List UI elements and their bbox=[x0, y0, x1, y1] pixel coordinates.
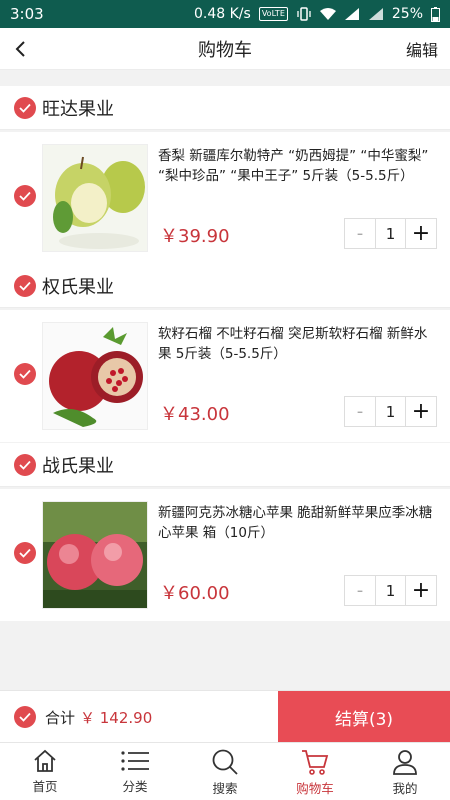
tab-label: 首页 bbox=[32, 779, 58, 794]
status-bar: 3:03 0.48 K/s VoLTE 25% bbox=[0, 0, 450, 28]
increase-button[interactable]: + bbox=[406, 219, 436, 248]
product-image-pear[interactable] bbox=[42, 144, 148, 252]
cart-item: 软籽石榴 不吐籽石榴 突尼斯软籽石榴 新鲜水果 5斤装（5-5.5斤） ￥43.… bbox=[0, 310, 450, 442]
tab-label: 搜索 bbox=[212, 781, 238, 796]
item-checkbox[interactable] bbox=[14, 185, 36, 207]
tab-label: 我的 bbox=[392, 781, 418, 796]
item-checkbox[interactable] bbox=[14, 363, 36, 385]
increase-button[interactable]: + bbox=[406, 576, 436, 605]
checkout-button[interactable]: 结算(3) bbox=[278, 691, 450, 743]
signal-icon bbox=[344, 8, 359, 20]
list-icon bbox=[121, 751, 149, 771]
decrease-button[interactable]: - bbox=[345, 576, 375, 605]
cart-icon bbox=[302, 750, 329, 775]
apple-image bbox=[43, 502, 147, 608]
shop-checkbox[interactable] bbox=[14, 274, 36, 297]
quantity-stepper: - 1 + bbox=[344, 575, 437, 606]
wifi-icon bbox=[319, 8, 336, 20]
product-image-pomegranate[interactable] bbox=[42, 322, 148, 430]
shop-header: 战氏果业 bbox=[0, 443, 450, 487]
search-icon bbox=[212, 749, 238, 775]
check-icon bbox=[19, 281, 31, 291]
product-price: ￥60.00 bbox=[160, 583, 230, 604]
cart-item: 新疆阿克苏冰糖心苹果 脆甜新鲜苹果应季冰糖心苹果 箱（10斤） ￥60.00 -… bbox=[0, 489, 450, 621]
shop-checkbox[interactable] bbox=[14, 453, 36, 476]
volte-badge: VoLTE bbox=[258, 7, 288, 21]
check-icon bbox=[19, 548, 31, 558]
check-icon bbox=[19, 712, 31, 722]
user-icon bbox=[393, 750, 417, 775]
pear-image bbox=[43, 145, 147, 251]
signal-2-icon bbox=[368, 8, 383, 20]
back-button[interactable] bbox=[0, 28, 40, 70]
tab-mine[interactable]: 我的 bbox=[360, 743, 450, 800]
shop-name[interactable]: 战氏果业 bbox=[42, 452, 114, 478]
quantity-value[interactable]: 1 bbox=[375, 397, 406, 426]
total-label: 合计 bbox=[45, 709, 76, 727]
quantity-value[interactable]: 1 bbox=[375, 576, 406, 605]
quantity-stepper: - 1 + bbox=[344, 218, 437, 249]
pomegranate-image bbox=[43, 323, 147, 429]
total-value: ￥ 142.90 bbox=[80, 709, 153, 727]
chevron-left-icon bbox=[15, 40, 25, 57]
top-navbar: 购物车 编辑 bbox=[0, 28, 450, 70]
network-speed: 0.48 K/s bbox=[194, 6, 251, 22]
check-icon bbox=[19, 460, 31, 470]
item-checkbox[interactable] bbox=[14, 542, 36, 564]
shop-header: 旺达果业 bbox=[0, 86, 450, 130]
bottom-tab-bar: 首页 分类 搜索 购物车 我的 bbox=[0, 742, 450, 800]
increase-button[interactable]: + bbox=[406, 397, 436, 426]
tab-label: 购物车 bbox=[296, 781, 334, 796]
status-time: 3:03 bbox=[10, 5, 44, 23]
product-title[interactable]: 新疆阿克苏冰糖心苹果 脆甜新鲜苹果应季冰糖心苹果 箱（10斤） bbox=[158, 503, 438, 543]
status-indicators: 0.48 K/s VoLTE 25% bbox=[194, 6, 440, 22]
decrease-button[interactable]: - bbox=[345, 397, 375, 426]
select-all-checkbox[interactable] bbox=[14, 706, 36, 728]
shop-name[interactable]: 旺达果业 bbox=[42, 95, 114, 121]
product-price: ￥39.90 bbox=[160, 226, 230, 247]
check-icon bbox=[19, 103, 31, 113]
tab-search[interactable]: 搜索 bbox=[180, 743, 270, 800]
tab-cart[interactable]: 购物车 bbox=[270, 743, 360, 800]
product-price: ￥43.00 bbox=[160, 404, 230, 425]
battery-level: 25% bbox=[391, 6, 423, 22]
decrease-button[interactable]: - bbox=[345, 219, 375, 248]
vibrate-icon bbox=[297, 7, 311, 21]
tab-label: 分类 bbox=[122, 779, 148, 794]
product-title[interactable]: 软籽石榴 不吐籽石榴 突尼斯软籽石榴 新鲜水果 5斤装（5-5.5斤） bbox=[158, 324, 438, 364]
quantity-value[interactable]: 1 bbox=[375, 219, 406, 248]
shop-checkbox[interactable] bbox=[14, 96, 36, 119]
product-title[interactable]: 香梨 新疆库尔勒特产 “奶西姆提” “中华蜜梨” “梨中珍品” “果中王子” 5… bbox=[158, 146, 438, 186]
shop-header: 权氏果业 bbox=[0, 264, 450, 308]
quantity-stepper: - 1 + bbox=[344, 396, 437, 427]
shop-name[interactable]: 权氏果业 bbox=[42, 273, 114, 299]
check-icon bbox=[19, 369, 31, 379]
cart-item: 香梨 新疆库尔勒特产 “奶西姆提” “中华蜜梨” “梨中珍品” “果中王子” 5… bbox=[0, 132, 450, 264]
checkout-bar: 合计 ￥ 142.90 结算(3) bbox=[0, 690, 450, 743]
home-icon bbox=[34, 749, 56, 772]
tab-home[interactable]: 首页 bbox=[0, 743, 90, 800]
edit-button[interactable]: 编辑 bbox=[406, 37, 438, 61]
battery-icon bbox=[431, 6, 440, 22]
tab-category[interactable]: 分类 bbox=[90, 743, 180, 800]
cart-list: 旺达果业 香梨 新疆库尔勒特产 “奶西姆提” “中华蜜梨” “梨中珍品” “果中… bbox=[0, 70, 450, 690]
check-icon bbox=[19, 191, 31, 201]
page-title: 购物车 bbox=[198, 39, 252, 61]
product-image-apple[interactable] bbox=[42, 501, 148, 609]
